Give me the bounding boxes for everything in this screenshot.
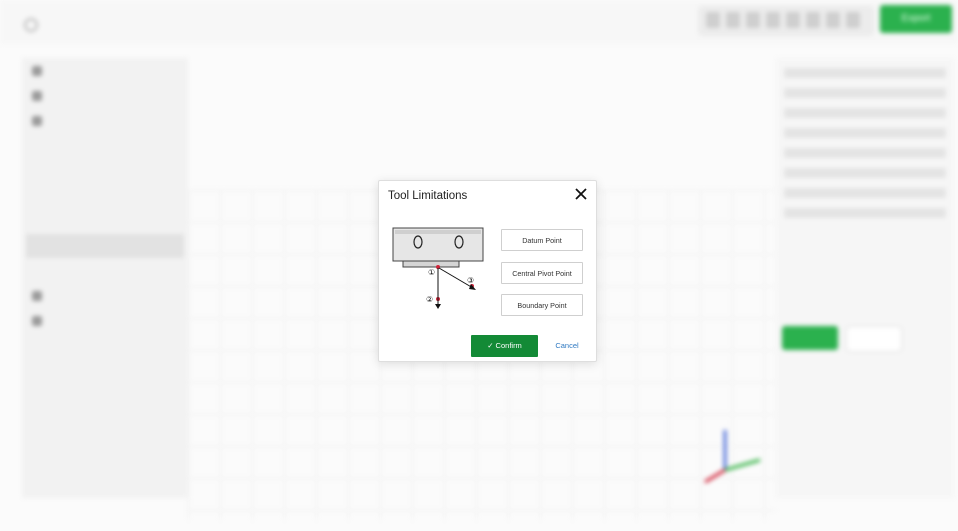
sidebar-subitem[interactable]	[26, 134, 184, 158]
cancel-button[interactable]: Cancel	[551, 335, 583, 357]
sidebar-item[interactable]	[26, 309, 184, 333]
toolbar-icon[interactable]	[806, 12, 820, 28]
confirm-button[interactable]: ✓ Confirm	[471, 335, 538, 357]
toolbar-icon[interactable]	[746, 12, 760, 28]
toolbar-icon[interactable]	[726, 12, 740, 28]
tool-diagram: ① ② ③	[392, 227, 484, 309]
panel-apply-button[interactable]	[782, 326, 838, 350]
sidebar-subitem[interactable]	[26, 184, 184, 208]
panel-row	[784, 68, 946, 78]
sidebar-icon	[32, 66, 42, 76]
panel-row	[784, 148, 946, 158]
boundary-point-button[interactable]: Boundary Point	[501, 294, 583, 316]
axis-gizmo	[704, 430, 761, 484]
sidebar-icon	[32, 91, 42, 101]
sidebar-item[interactable]	[26, 284, 184, 308]
export-button[interactable]: Export	[880, 5, 952, 33]
top-bar: Export	[0, 0, 958, 44]
marker-label-3: ③	[467, 276, 474, 285]
sidebar-item[interactable]	[26, 59, 184, 83]
sidebar-subitem[interactable]	[26, 259, 184, 283]
export-label: Export	[901, 13, 931, 24]
datum-point-button[interactable]: Datum Point	[501, 229, 583, 251]
panel-row	[784, 168, 946, 178]
sidebar-subitem[interactable]	[26, 159, 184, 183]
toolbar	[698, 6, 874, 36]
panel-reset-button[interactable]	[846, 326, 902, 352]
panel-row	[784, 128, 946, 138]
panel-row	[784, 208, 946, 218]
panel-row	[784, 108, 946, 118]
panel-row	[784, 188, 946, 198]
toolbar-icon[interactable]	[826, 12, 840, 28]
toolbar-icon[interactable]	[786, 12, 800, 28]
toolbar-icon[interactable]	[846, 12, 860, 28]
marker-label-2: ②	[426, 295, 433, 304]
toolbar-icon[interactable]	[766, 12, 780, 28]
left-sidebar	[22, 58, 188, 498]
sidebar-item[interactable]	[26, 84, 184, 108]
tool-limitations-dialog: Tool Limitations ① ② ③ Datum Point Centr…	[378, 180, 597, 362]
sidebar-icon	[32, 116, 42, 126]
marker-label-1: ①	[428, 268, 435, 277]
central-pivot-point-button[interactable]: Central Pivot Point	[501, 262, 583, 284]
sidebar-icon	[32, 316, 42, 326]
sidebar-icon	[32, 291, 42, 301]
dialog-title: Tool Limitations	[388, 190, 468, 202]
sidebar-subitem[interactable]	[26, 209, 184, 233]
back-icon[interactable]	[24, 18, 38, 32]
right-panel	[776, 58, 954, 498]
sidebar-subitem-selected[interactable]	[26, 234, 184, 258]
panel-row	[784, 88, 946, 98]
toolbar-icon[interactable]	[706, 12, 720, 28]
sidebar-item[interactable]	[26, 109, 184, 133]
close-icon[interactable]	[573, 186, 589, 202]
